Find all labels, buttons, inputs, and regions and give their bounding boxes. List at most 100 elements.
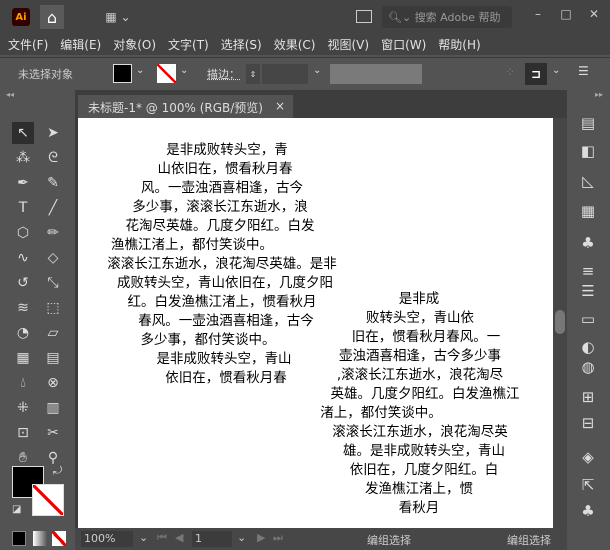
stroke-label[interactable]: 描边： bbox=[207, 66, 240, 82]
right-panel-dock: ▸▸ ▤ ◧ ◺ ▦ ♣ ≡ ☰ ▭ ◐ ◍ ⊞ ⊟ ◈ ⇱ ♣ bbox=[567, 90, 610, 528]
status-tool-label[interactable]: 编组选择 bbox=[367, 532, 411, 548]
export-icon[interactable]: ⇱ bbox=[577, 474, 599, 496]
line-tool[interactable]: ╱ bbox=[42, 197, 64, 219]
prev-page-icon[interactable]: ◀ bbox=[175, 531, 183, 544]
variable-width-profile[interactable] bbox=[330, 64, 422, 84]
status-tool-label-right[interactable]: 编组选择 bbox=[507, 532, 551, 548]
default-colors-icon[interactable]: ◪ bbox=[12, 504, 21, 515]
eraser-tool[interactable]: ◇ bbox=[42, 247, 64, 269]
column-graph-tool[interactable]: ▥ bbox=[42, 397, 64, 419]
menu-help[interactable]: 帮助(H) bbox=[438, 36, 480, 53]
symbols-icon[interactable]: ♣ bbox=[577, 232, 599, 254]
last-page-icon[interactable]: ⏭ bbox=[273, 531, 283, 545]
menu-effect[interactable]: 效果(C) bbox=[274, 36, 316, 53]
appearance-icon[interactable]: ◍ bbox=[577, 356, 599, 378]
curvature-tool[interactable]: ✎ bbox=[42, 172, 64, 194]
selection-tool[interactable]: ↖ bbox=[12, 122, 34, 144]
pen-tool[interactable]: ✒ bbox=[12, 172, 34, 194]
document-tab[interactable]: 未标题-1* @ 100% (RGB/预览) × bbox=[78, 95, 293, 118]
scale-tool[interactable]: ⤡ bbox=[42, 272, 64, 294]
menu-view[interactable]: 视图(V) bbox=[327, 36, 369, 53]
stroke-weight-stepper[interactable]: ⇕ bbox=[246, 64, 260, 84]
close-tab-button[interactable]: × bbox=[275, 99, 285, 113]
menu-object[interactable]: 对象(O) bbox=[113, 36, 156, 53]
scrollbar-thumb[interactable] bbox=[555, 310, 565, 334]
properties-panel-icon[interactable]: ▤ bbox=[577, 112, 599, 134]
stroke-weight-dropdown-icon[interactable]: ⌄ bbox=[313, 65, 321, 76]
help-search-box[interactable]: 🔍︎⌄ 搜索 Adobe 帮助 bbox=[382, 6, 512, 28]
swatches-icon[interactable]: ▦ bbox=[577, 200, 599, 222]
rotate-tool[interactable]: ↺ bbox=[12, 272, 34, 294]
panel-toggle-button[interactable] bbox=[356, 10, 372, 23]
text-line: 风。一壶浊酒喜相逢，古今 bbox=[141, 180, 303, 196]
zoom-dropdown-icon[interactable]: ⌄ bbox=[139, 531, 148, 544]
color-guide-icon[interactable]: ◺ bbox=[577, 170, 599, 192]
home-button[interactable]: ⌂ bbox=[40, 5, 64, 29]
properties-button[interactable]: ⊐ bbox=[525, 63, 547, 85]
type-tool[interactable]: T bbox=[12, 197, 34, 219]
properties-dropdown-icon[interactable]: ⌄ bbox=[552, 65, 560, 76]
layers-panel-icon[interactable]: ◧ bbox=[577, 140, 599, 162]
free-transform-tool[interactable]: ⬚ bbox=[42, 297, 64, 319]
text-line: 花淘尽英雄。几度夕阳红。白发 bbox=[125, 218, 315, 234]
perspective-grid-tool[interactable]: ▱ bbox=[42, 322, 64, 344]
gradient-panel-icon[interactable]: ▭ bbox=[577, 308, 599, 330]
panel-menu-icon[interactable]: ☰ bbox=[578, 64, 589, 78]
text-line: 成败转头空，青山依旧在，几度夕阳 bbox=[117, 275, 333, 291]
minimize-button[interactable]: – bbox=[524, 4, 552, 24]
mesh-tool[interactable]: ▦ bbox=[12, 347, 34, 369]
blob-brush-tool[interactable]: ∿ bbox=[12, 247, 34, 269]
page-dropdown-icon[interactable]: ⌄ bbox=[237, 531, 246, 544]
magic-wand-tool[interactable]: ⁂ bbox=[12, 147, 34, 169]
graphic-styles-icon[interactable]: ⊞ bbox=[577, 386, 599, 408]
normal-mode-icon[interactable] bbox=[12, 531, 26, 546]
stroke-weight-input[interactable] bbox=[262, 64, 308, 84]
align-panel-icon[interactable]: ⊟ bbox=[577, 412, 599, 434]
close-window-button[interactable]: ✕ bbox=[580, 4, 608, 24]
swap-colors-icon[interactable]: ⤾ bbox=[53, 464, 62, 478]
text-line: 多少事，都付笑谈中。 bbox=[140, 332, 276, 348]
fill-swatch[interactable] bbox=[113, 64, 132, 83]
page-number-field[interactable]: 1 bbox=[192, 531, 232, 547]
stroke-color-box[interactable] bbox=[32, 484, 64, 516]
gradient-mode-icon[interactable] bbox=[33, 531, 47, 546]
brushes-icon[interactable]: ≡ bbox=[577, 260, 599, 282]
symbol-sprayer-tool[interactable]: ⁜ bbox=[12, 397, 34, 419]
lasso-tool[interactable]: ᘓ bbox=[42, 147, 64, 169]
none-mode-icon[interactable] bbox=[52, 531, 66, 546]
stroke-swatch[interactable] bbox=[157, 64, 176, 83]
warp-tool[interactable]: ≋ bbox=[12, 297, 34, 319]
first-page-icon[interactable]: ⏮ bbox=[157, 531, 167, 545]
title-bar: Ai ⌂ ▦ ⌄ 🔍︎⌄ 搜索 Adobe 帮助 – □ ✕ bbox=[0, 0, 610, 33]
zoom-level-field[interactable]: 100% bbox=[81, 531, 133, 547]
menu-file[interactable]: 文件(F) bbox=[8, 36, 48, 53]
pencil-tool[interactable]: ✏ bbox=[42, 222, 64, 244]
artboard-tool[interactable]: ⊡ bbox=[12, 422, 34, 444]
fill-dropdown-icon[interactable]: ⌄ bbox=[136, 65, 144, 76]
stroke-dropdown-icon[interactable]: ⌄ bbox=[180, 65, 188, 76]
panel-collapse-icon[interactable]: ◂◂ bbox=[6, 90, 14, 99]
align-grid-icon[interactable]: ⁘ bbox=[505, 65, 515, 79]
menu-window[interactable]: 窗口(W) bbox=[381, 36, 426, 53]
shape-builder-tool[interactable]: ◔ bbox=[12, 322, 34, 344]
maximize-button[interactable]: □ bbox=[552, 4, 580, 24]
eyedropper-tool[interactable]: 💧︎ bbox=[12, 372, 34, 394]
text-line: 看秋月 bbox=[398, 500, 440, 516]
text-line: 渔樵江渚上，都付笑谈中。 bbox=[111, 237, 273, 253]
menu-select[interactable]: 选择(S) bbox=[221, 36, 262, 53]
layers-stack-icon[interactable]: ◈ bbox=[577, 446, 599, 468]
blend-tool[interactable]: ⊗ bbox=[42, 372, 64, 394]
direct-selection-tool[interactable]: ➤ bbox=[42, 122, 64, 144]
workspace-switcher[interactable]: ▦ ⌄ bbox=[98, 8, 138, 26]
stroke-panel-icon[interactable]: ☰ bbox=[577, 280, 599, 302]
panel-collapse-icon[interactable]: ▸▸ bbox=[595, 90, 603, 99]
polygon-tool[interactable]: ⬡ bbox=[12, 222, 34, 244]
menu-edit[interactable]: 编辑(E) bbox=[60, 36, 101, 53]
club-symbol-icon[interactable]: ♣ bbox=[577, 500, 599, 522]
transparency-icon[interactable]: ◐ bbox=[577, 336, 599, 358]
screen-mode-bar bbox=[0, 528, 75, 550]
gradient-tool[interactable]: ▤ bbox=[42, 347, 64, 369]
slice-tool[interactable]: ✂ bbox=[42, 422, 64, 444]
menu-type[interactable]: 文字(T) bbox=[168, 36, 209, 53]
next-page-icon[interactable]: ▶ bbox=[257, 531, 265, 544]
